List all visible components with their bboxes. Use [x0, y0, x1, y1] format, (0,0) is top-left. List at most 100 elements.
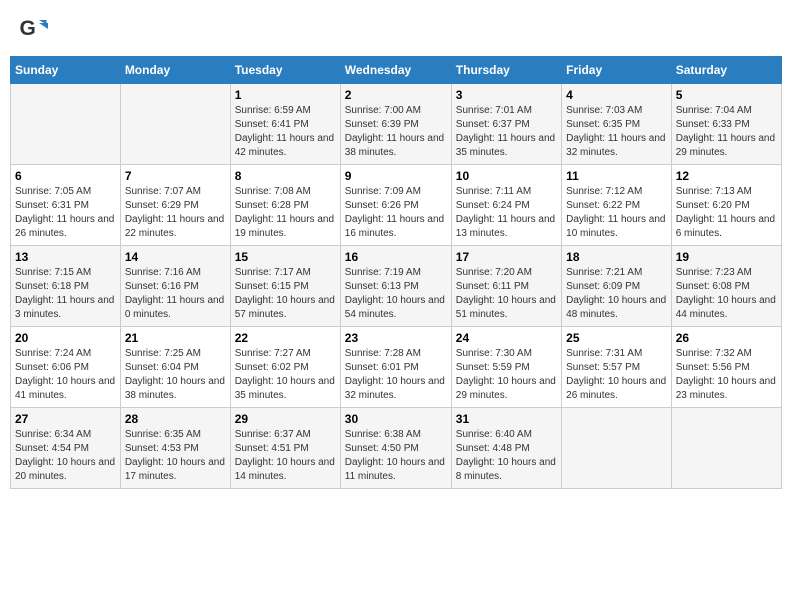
calendar-week-row: 13 Sunrise: 7:15 AMSunset: 6:18 PMDayligh… [11, 246, 782, 327]
calendar-table: SundayMondayTuesdayWednesdayThursdayFrid… [10, 56, 782, 489]
day-number: 14 [125, 250, 226, 264]
calendar-cell: 9Sunrise: 7:09 AMSunset: 6:26 PMDaylight… [340, 165, 451, 246]
day-number: 5 [676, 88, 777, 102]
day-info: Sunrise: 7:30 AMSunset: 5:59 PMDaylight:… [456, 347, 557, 403]
day-number: 19 [676, 250, 777, 264]
day-info: Sunrise: 7:04 AMSunset: 6:33 PMDaylight:… [676, 104, 777, 160]
day-info: Sunrise: 7:01 AMSunset: 6:37 PMDaylight:… [456, 104, 557, 160]
day-info: Sunrise: 7:03 AMSunset: 6:35 PMDaylight:… [566, 104, 667, 160]
day-info: Sunrise: 7:16 AMSunset: 6:16 PMDaylight:… [125, 266, 226, 322]
day-info: Sunrise: 6:37 AMSunset: 4:51 PMDaylight:… [235, 428, 336, 484]
day-info: Sunrise: 7:05 AMSunset: 6:31 PMDaylight:… [15, 185, 116, 241]
day-info: Sunrise: 7:19 AMSunset: 6:13 PMDaylight:… [345, 266, 447, 322]
calendar-cell: 8Sunrise: 7:08 AMSunset: 6:28 PMDaylight… [230, 165, 340, 246]
page-header: G [10, 10, 782, 48]
calendar-cell: 26 Sunrise: 7:32 AMSunset: 5:56 PMDayligh… [671, 327, 781, 408]
calendar-cell: 21 Sunrise: 7:25 AMSunset: 6:04 PMDayligh… [120, 327, 230, 408]
day-number: 2 [345, 88, 447, 102]
calendar-cell: 2 Sunrise: 7:00 AMSunset: 6:39 PMDaylight… [340, 84, 451, 165]
logo-icon: G [18, 14, 48, 44]
day-number: 18 [566, 250, 667, 264]
day-number: 21 [125, 331, 226, 345]
day-of-week-header: Saturday [671, 57, 781, 84]
day-number: 25 [566, 331, 667, 345]
calendar-week-row: 6Sunrise: 7:05 AMSunset: 6:31 PMDaylight… [11, 165, 782, 246]
calendar-cell: 27 Sunrise: 6:34 AMSunset: 4:54 PMDayligh… [11, 408, 121, 489]
calendar-cell: 4Sunrise: 7:03 AMSunset: 6:35 PMDaylight… [562, 84, 672, 165]
calendar-cell: 12Sunrise: 7:13 AMSunset: 6:20 PMDayligh… [671, 165, 781, 246]
calendar-cell: 30 Sunrise: 6:38 AMSunset: 4:50 PMDayligh… [340, 408, 451, 489]
calendar-cell: 29 Sunrise: 6:37 AMSunset: 4:51 PMDayligh… [230, 408, 340, 489]
calendar-week-row: 27 Sunrise: 6:34 AMSunset: 4:54 PMDayligh… [11, 408, 782, 489]
day-number: 23 [345, 331, 447, 345]
calendar-cell: 11 Sunrise: 7:12 AMSunset: 6:22 PMDayligh… [562, 165, 672, 246]
day-of-week-header: Tuesday [230, 57, 340, 84]
day-number: 31 [456, 412, 557, 426]
day-info: Sunrise: 6:38 AMSunset: 4:50 PMDaylight:… [345, 428, 447, 484]
calendar-cell [120, 84, 230, 165]
calendar-cell: 16 Sunrise: 7:19 AMSunset: 6:13 PMDayligh… [340, 246, 451, 327]
calendar-cell: 19 Sunrise: 7:23 AMSunset: 6:08 PMDayligh… [671, 246, 781, 327]
day-number: 9 [345, 169, 447, 183]
calendar-header-row: SundayMondayTuesdayWednesdayThursdayFrid… [11, 57, 782, 84]
calendar-cell: 31Sunrise: 6:40 AMSunset: 4:48 PMDayligh… [451, 408, 561, 489]
day-number: 10 [456, 169, 557, 183]
day-info: Sunrise: 7:24 AMSunset: 6:06 PMDaylight:… [15, 347, 116, 403]
calendar-cell: 10 Sunrise: 7:11 AMSunset: 6:24 PMDayligh… [451, 165, 561, 246]
logo: G [18, 14, 52, 44]
calendar-week-row: 20 Sunrise: 7:24 AMSunset: 6:06 PMDayligh… [11, 327, 782, 408]
calendar-cell: 15 Sunrise: 7:17 AMSunset: 6:15 PMDayligh… [230, 246, 340, 327]
calendar-cell: 6Sunrise: 7:05 AMSunset: 6:31 PMDaylight… [11, 165, 121, 246]
calendar-cell: 1 Sunrise: 6:59 AMSunset: 6:41 PMDaylight… [230, 84, 340, 165]
day-number: 27 [15, 412, 116, 426]
calendar-cell: 7 Sunrise: 7:07 AMSunset: 6:29 PMDaylight… [120, 165, 230, 246]
day-info: Sunrise: 7:27 AMSunset: 6:02 PMDaylight:… [235, 347, 336, 403]
day-info: Sunrise: 7:28 AMSunset: 6:01 PMDaylight:… [345, 347, 447, 403]
day-number: 29 [235, 412, 336, 426]
day-info: Sunrise: 7:00 AMSunset: 6:39 PMDaylight:… [345, 104, 447, 160]
calendar-cell: 17 Sunrise: 7:20 AMSunset: 6:11 PMDayligh… [451, 246, 561, 327]
day-info: Sunrise: 6:59 AMSunset: 6:41 PMDaylight:… [235, 104, 336, 160]
day-info: Sunrise: 7:23 AMSunset: 6:08 PMDaylight:… [676, 266, 777, 322]
day-info: Sunrise: 7:12 AMSunset: 6:22 PMDaylight:… [566, 185, 667, 241]
calendar-cell: 20 Sunrise: 7:24 AMSunset: 6:06 PMDayligh… [11, 327, 121, 408]
day-number: 28 [125, 412, 226, 426]
day-info: Sunrise: 7:17 AMSunset: 6:15 PMDaylight:… [235, 266, 336, 322]
day-number: 15 [235, 250, 336, 264]
day-info: Sunrise: 7:15 AMSunset: 6:18 PMDaylight:… [15, 266, 116, 322]
day-number: 13 [15, 250, 116, 264]
day-info: Sunrise: 6:34 AMSunset: 4:54 PMDaylight:… [15, 428, 116, 484]
calendar-cell [11, 84, 121, 165]
day-info: Sunrise: 6:35 AMSunset: 4:53 PMDaylight:… [125, 428, 226, 484]
day-info: Sunrise: 7:25 AMSunset: 6:04 PMDaylight:… [125, 347, 226, 403]
day-info: Sunrise: 7:32 AMSunset: 5:56 PMDaylight:… [676, 347, 777, 403]
day-number: 17 [456, 250, 557, 264]
day-number: 16 [345, 250, 447, 264]
calendar-cell: 25 Sunrise: 7:31 AMSunset: 5:57 PMDayligh… [562, 327, 672, 408]
day-of-week-header: Monday [120, 57, 230, 84]
calendar-cell [671, 408, 781, 489]
day-info: Sunrise: 7:07 AMSunset: 6:29 PMDaylight:… [125, 185, 226, 241]
day-number: 20 [15, 331, 116, 345]
svg-text:G: G [20, 17, 36, 40]
day-info: Sunrise: 7:08 AMSunset: 6:28 PMDaylight:… [235, 185, 336, 241]
day-number: 26 [676, 331, 777, 345]
day-of-week-header: Sunday [11, 57, 121, 84]
day-info: Sunrise: 7:31 AMSunset: 5:57 PMDaylight:… [566, 347, 667, 403]
calendar-cell: 18Sunrise: 7:21 AMSunset: 6:09 PMDayligh… [562, 246, 672, 327]
calendar-cell: 24 Sunrise: 7:30 AMSunset: 5:59 PMDayligh… [451, 327, 561, 408]
day-number: 24 [456, 331, 557, 345]
day-number: 11 [566, 169, 667, 183]
calendar-cell: 14 Sunrise: 7:16 AMSunset: 6:16 PMDayligh… [120, 246, 230, 327]
calendar-cell: 23 Sunrise: 7:28 AMSunset: 6:01 PMDayligh… [340, 327, 451, 408]
day-info: Sunrise: 7:20 AMSunset: 6:11 PMDaylight:… [456, 266, 557, 322]
day-number: 7 [125, 169, 226, 183]
day-number: 30 [345, 412, 447, 426]
day-number: 1 [235, 88, 336, 102]
day-of-week-header: Wednesday [340, 57, 451, 84]
day-number: 22 [235, 331, 336, 345]
day-info: Sunrise: 7:11 AMSunset: 6:24 PMDaylight:… [456, 185, 557, 241]
calendar-cell: 28 Sunrise: 6:35 AMSunset: 4:53 PMDayligh… [120, 408, 230, 489]
day-number: 3 [456, 88, 557, 102]
day-number: 12 [676, 169, 777, 183]
